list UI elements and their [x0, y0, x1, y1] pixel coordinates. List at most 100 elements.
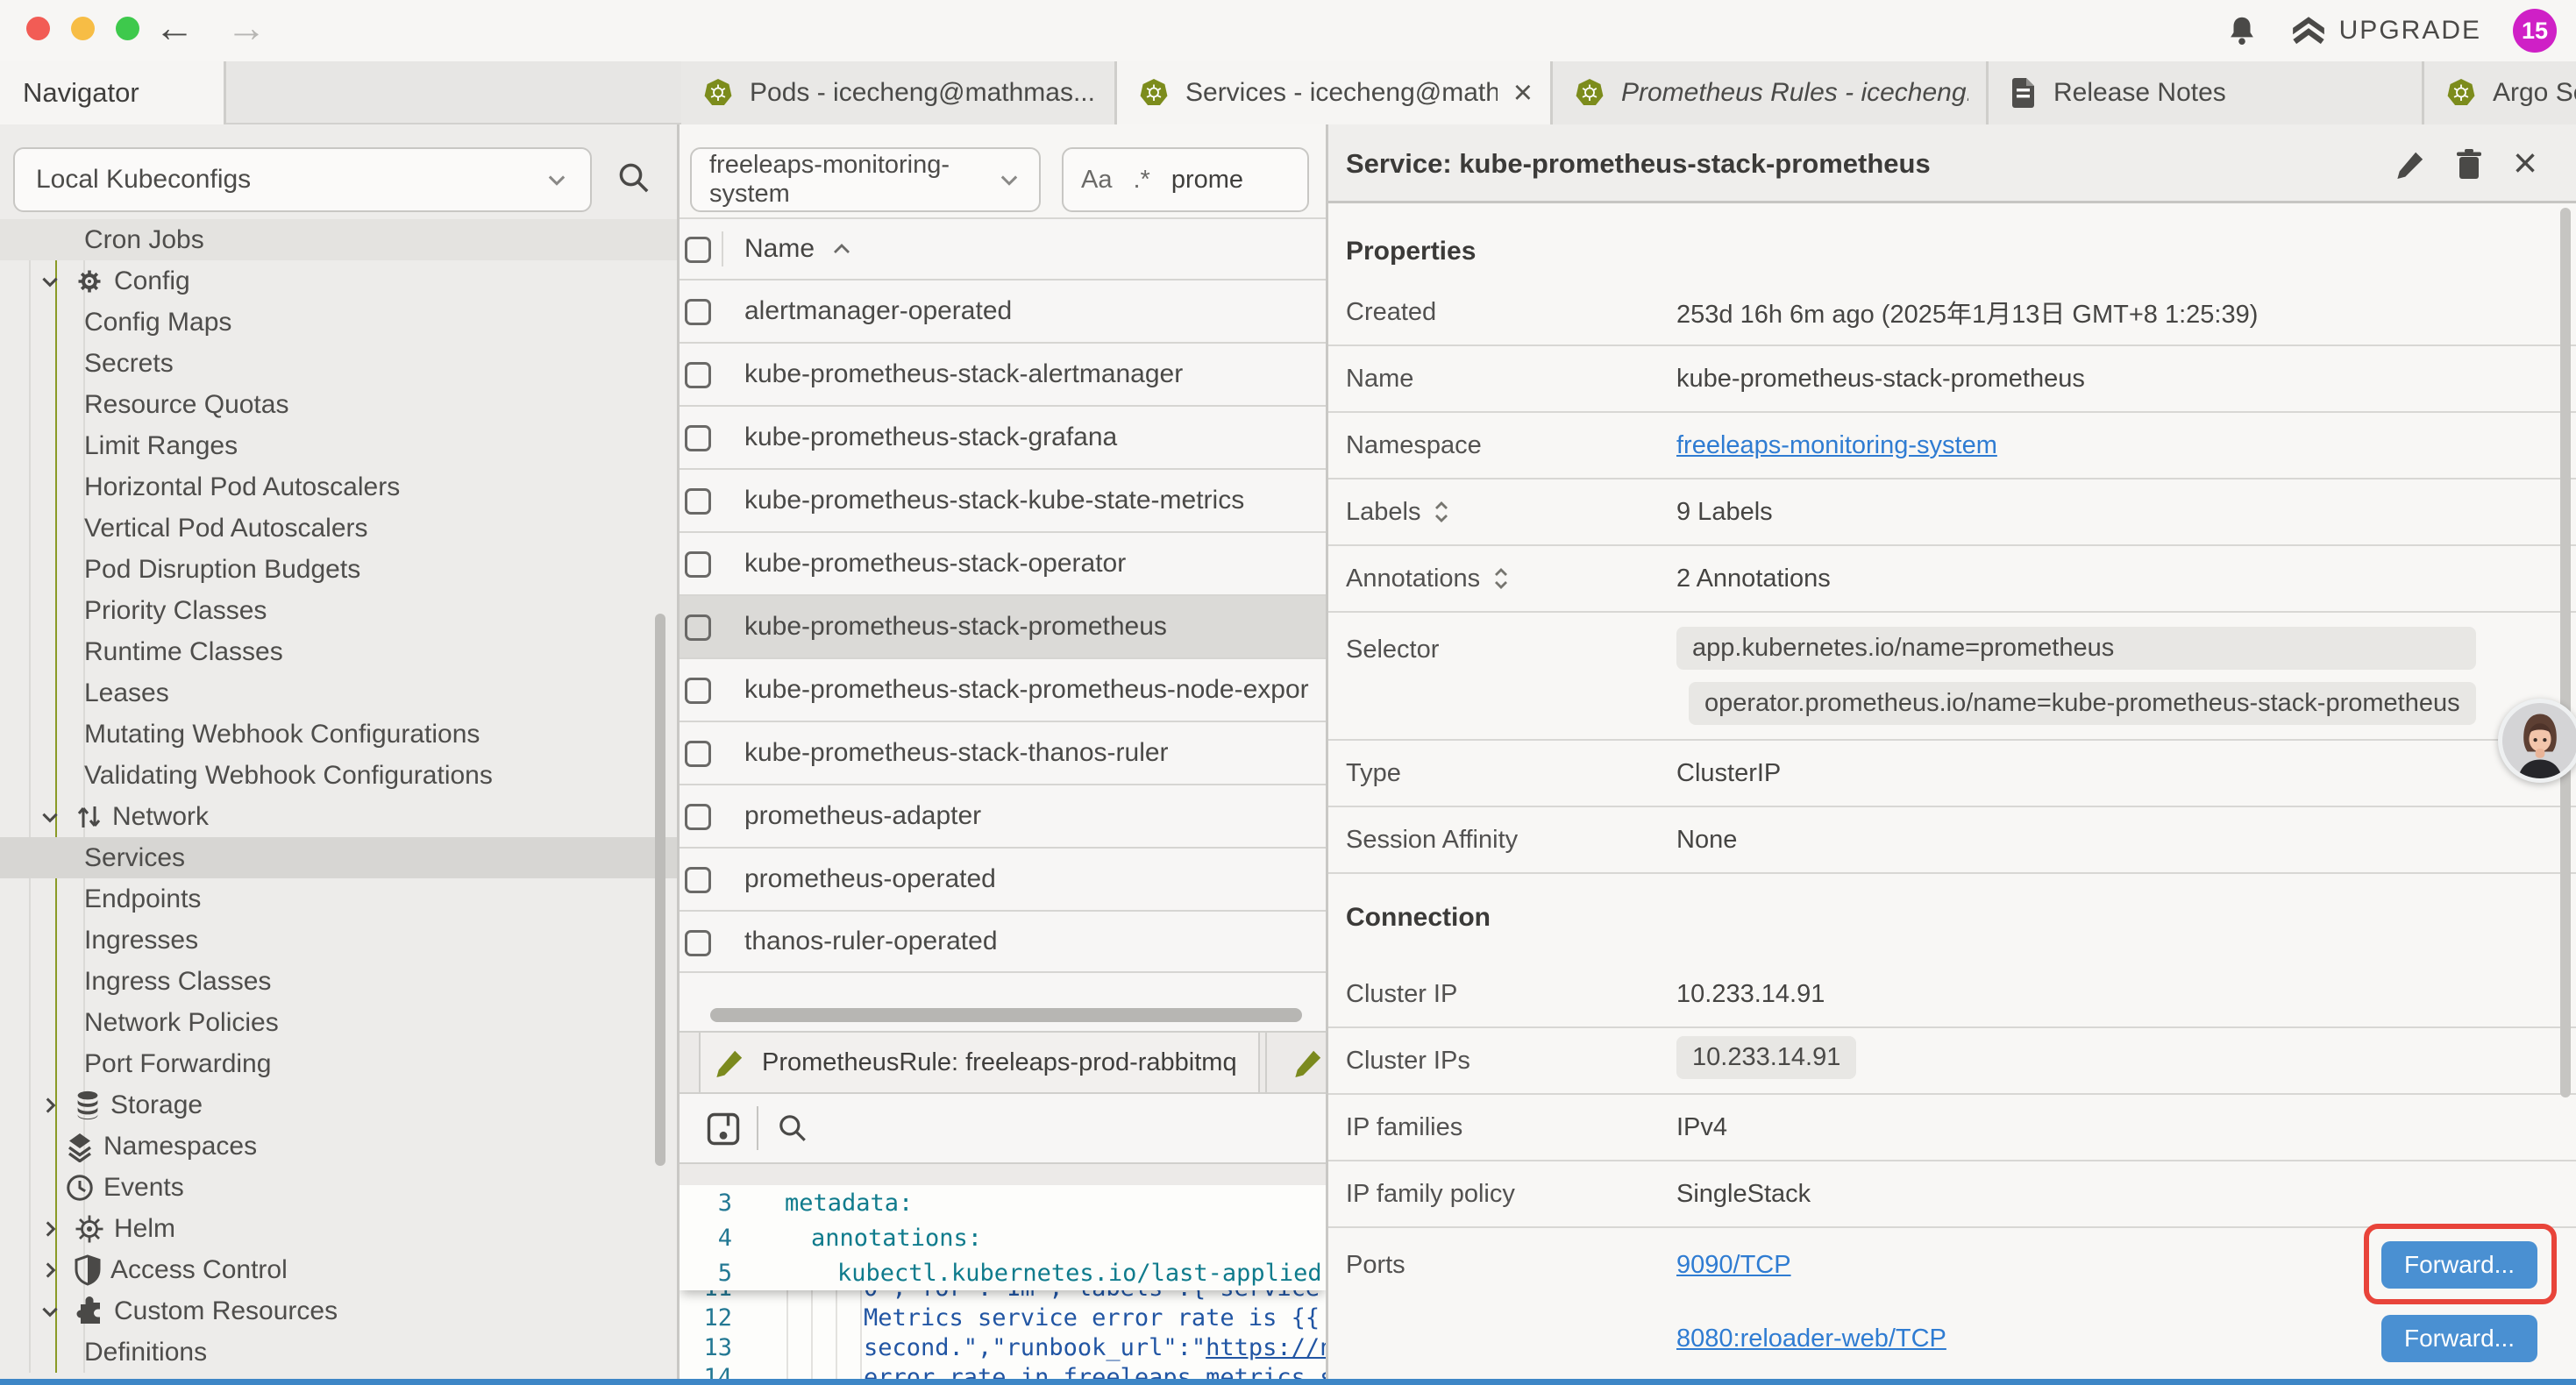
namespace-link[interactable]: freeleaps-monitoring-system	[1676, 431, 1997, 459]
table-row-kube-prometheus-stack-alertmanager[interactable]: kube-prometheus-stack-alertmanager	[680, 342, 1326, 405]
code-link[interactable]: https://net	[1206, 1334, 1326, 1361]
back-button[interactable]: ←	[154, 4, 195, 51]
row-checkbox[interactable]	[685, 362, 711, 388]
tab-argo-se[interactable]: Argo Se	[2424, 61, 2576, 124]
minimize-window-button[interactable]	[71, 17, 95, 40]
sidebar-item-label: Priority Classes	[84, 596, 267, 626]
sort-updown-icon[interactable]	[1433, 498, 1450, 526]
save-icon[interactable]	[704, 1110, 743, 1148]
search-icon[interactable]	[616, 160, 652, 196]
sidebar-item-endpoints[interactable]: Endpoints	[0, 878, 677, 920]
sidebar-item-validating-webhook-configurations[interactable]: Validating Webhook Configurations	[0, 755, 677, 796]
sidebar-item-leases[interactable]: Leases	[0, 672, 677, 714]
row-checkbox[interactable]	[685, 804, 711, 830]
sidebar-item-helm[interactable]: Helm	[0, 1208, 677, 1249]
kubeconfig-selector[interactable]: Local Kubeconfigs	[13, 147, 592, 212]
close-tab-icon[interactable]: ×	[1513, 76, 1533, 110]
sidebar-item-horizontal-pod-autoscalers[interactable]: Horizontal Pod Autoscalers	[0, 466, 677, 508]
table-row-prometheus-adapter[interactable]: prometheus-adapter	[680, 784, 1326, 847]
chevron-right-icon[interactable]	[35, 1259, 65, 1282]
edit-pencil-icon[interactable]	[2395, 149, 2425, 179]
maximize-window-button[interactable]	[116, 17, 139, 40]
namespace-selector[interactable]: freeleaps-monitoring-system	[690, 147, 1041, 212]
chevron-down-icon[interactable]	[35, 1300, 65, 1323]
sidebar-item-ingresses[interactable]: Ingresses	[0, 920, 677, 961]
sidebar-item-definitions[interactable]: Definitions	[0, 1332, 677, 1373]
row-checkbox[interactable]	[685, 551, 711, 578]
sidebar-item-network-policies[interactable]: Network Policies	[0, 1002, 677, 1043]
bell-icon[interactable]	[2225, 14, 2259, 47]
horizontal-scrollbar[interactable]	[710, 1008, 1302, 1022]
sort-updown-icon[interactable]	[1492, 565, 1510, 593]
sidebar-item-storage[interactable]: Storage	[0, 1084, 677, 1126]
table-row-kube-prometheus-stack-operator[interactable]: kube-prometheus-stack-operator	[680, 531, 1326, 594]
service-detail-panel: Service: kube-prometheus-stack-prometheu…	[1328, 124, 2576, 1385]
close-window-button[interactable]	[26, 17, 50, 40]
sidebar-item-pod-disruption-budgets[interactable]: Pod Disruption Budgets	[0, 549, 677, 590]
sidebar-item-mutating-webhook-configurations[interactable]: Mutating Webhook Configurations	[0, 714, 677, 755]
sidebar-scrollbar[interactable]	[655, 614, 665, 1166]
port-link[interactable]: 9090/TCP	[1676, 1251, 1791, 1280]
select-all-checkbox[interactable]	[685, 237, 711, 263]
row-checkbox[interactable]	[685, 741, 711, 767]
sidebar-item-cron-jobs[interactable]: Cron Jobs	[0, 219, 677, 260]
sidebar-item-vertical-pod-autoscalers[interactable]: Vertical Pod Autoscalers	[0, 508, 677, 549]
tab-prometheus-rules-icecheng[interactable]: Prometheus Rules - icecheng...	[1553, 61, 1989, 124]
user-avatar[interactable]	[2498, 699, 2576, 783]
sidebar-item-priority-classes[interactable]: Priority Classes	[0, 590, 677, 631]
chevron-down-icon[interactable]	[35, 270, 65, 293]
table-row-prometheus-operated[interactable]: prometheus-operated	[680, 847, 1326, 910]
table-row-kube-prometheus-stack-grafana[interactable]: kube-prometheus-stack-grafana	[680, 405, 1326, 468]
row-checkbox[interactable]	[685, 488, 711, 515]
detail-scrollbar[interactable]	[2560, 208, 2571, 1097]
sidebar-item-access-control[interactable]: Access Control	[0, 1249, 677, 1290]
row-checkbox[interactable]	[685, 930, 711, 956]
forward-button[interactable]: Forward...	[2381, 1315, 2537, 1362]
tab-navigator[interactable]: Navigator	[0, 61, 226, 124]
chevron-down-icon[interactable]	[35, 806, 65, 828]
sidebar-item-services[interactable]: Services	[0, 837, 677, 878]
sidebar-item-runtime-classes[interactable]: Runtime Classes	[0, 631, 677, 672]
port-link[interactable]: 8080:reloader-web/TCP	[1676, 1325, 1946, 1353]
chevron-right-icon[interactable]	[35, 1218, 65, 1240]
row-checkbox[interactable]	[685, 678, 711, 704]
close-icon[interactable]: ×	[2513, 143, 2537, 185]
chevron-right-icon[interactable]	[35, 1094, 65, 1117]
sidebar-item-config-maps[interactable]: Config Maps	[0, 302, 677, 343]
sidebar-item-secrets[interactable]: Secrets	[0, 343, 677, 384]
sidebar-item-port-forwarding[interactable]: Port Forwarding	[0, 1043, 677, 1084]
sidebar-item-resource-quotas[interactable]: Resource Quotas	[0, 384, 677, 425]
sidebar-item-config[interactable]: Config	[0, 260, 677, 302]
sidebar-item-ingress-classes[interactable]: Ingress Classes	[0, 961, 677, 1002]
table-row-kube-prometheus-stack-thanos-ruler[interactable]: kube-prometheus-stack-thanos-ruler	[680, 721, 1326, 784]
match-case-toggle[interactable]: Aa	[1081, 166, 1112, 195]
sidebar-item-namespaces[interactable]: Namespaces	[0, 1126, 677, 1167]
row-checkbox[interactable]	[685, 867, 711, 893]
row-checkbox[interactable]	[685, 614, 711, 641]
tab-release-notes[interactable]: Release Notes	[1989, 61, 2424, 124]
sidebar-item-events[interactable]: Events	[0, 1167, 677, 1208]
editor-tab-partial[interactable]	[1265, 1033, 1326, 1092]
tab-pods-icecheng-mathmas[interactable]: Pods - icecheng@mathmas...	[681, 61, 1117, 124]
name-column-header[interactable]: Name	[744, 219, 853, 279]
regex-toggle[interactable]: .*	[1133, 166, 1149, 195]
table-row-kube-prometheus-stack-prometheus[interactable]: kube-prometheus-stack-prometheus	[680, 594, 1326, 657]
row-checkbox[interactable]	[685, 299, 711, 325]
name-filter-input[interactable]: Aa .* prome	[1062, 147, 1309, 212]
upgrade-button[interactable]: UPGRADE	[2290, 14, 2481, 47]
sidebar-item-network[interactable]: Network	[0, 796, 677, 837]
table-row-alertmanager-operated[interactable]: alertmanager-operated	[680, 279, 1326, 342]
trash-icon[interactable]	[2455, 148, 2483, 180]
row-checkbox[interactable]	[685, 425, 711, 451]
table-row-kube-prometheus-stack-kube-state-metrics[interactable]: kube-prometheus-stack-kube-state-metrics	[680, 468, 1326, 531]
search-icon[interactable]	[776, 1112, 809, 1145]
notification-badge[interactable]: 15	[2513, 9, 2557, 53]
editor-tab-prometheusrule[interactable]: PrometheusRule: freeleaps-prod-rabbitmq	[699, 1033, 1260, 1092]
sidebar-item-limit-ranges[interactable]: Limit Ranges	[0, 425, 677, 466]
tab-services-icecheng-math[interactable]: Services - icecheng@math...×	[1117, 61, 1553, 124]
yaml-editor[interactable]: 110","for":"1m","labels":{"service":"12M…	[680, 1185, 1326, 1385]
table-row-thanos-ruler-operated[interactable]: thanos-ruler-operated	[680, 910, 1326, 973]
sidebar-item-custom-resources[interactable]: Custom Resources	[0, 1290, 677, 1332]
table-row-kube-prometheus-stack-prometheus-node-expor[interactable]: kube-prometheus-stack-prometheus-node-ex…	[680, 657, 1326, 721]
forward-button[interactable]: →	[226, 4, 267, 51]
